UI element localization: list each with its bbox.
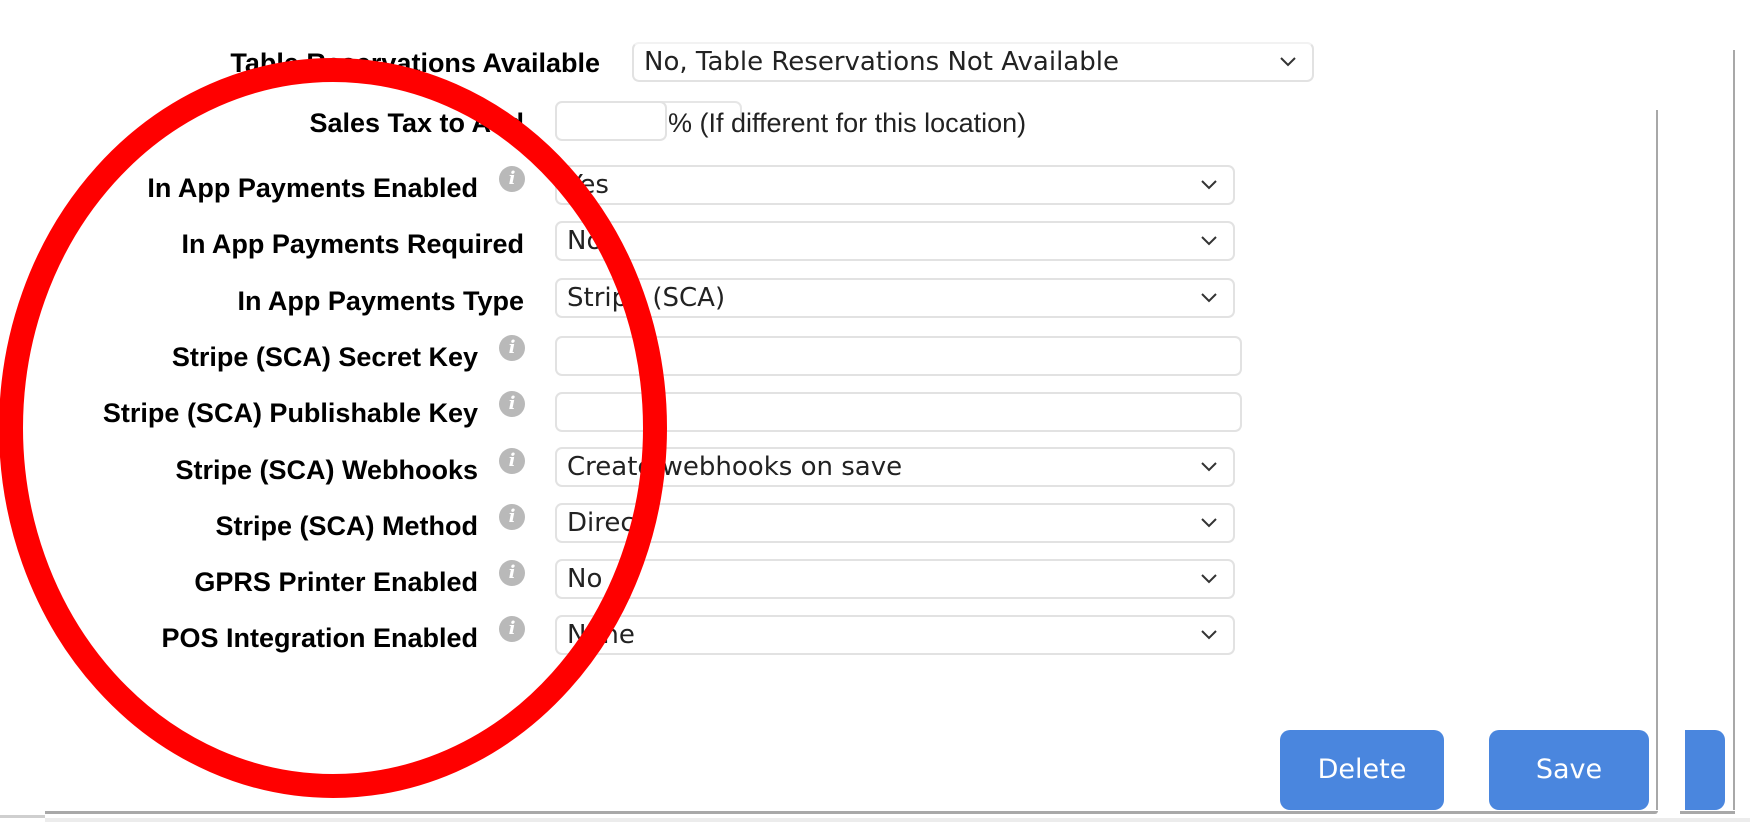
info-icon[interactable]: i — [499, 504, 525, 530]
info-icon[interactable]: i — [499, 616, 525, 642]
lower-divider — [45, 818, 1750, 822]
select-value: No — [567, 564, 603, 594]
select-value: Yes — [567, 170, 609, 200]
panel-border-bottom-left — [0, 815, 45, 818]
sales-tax-input[interactable] — [555, 101, 667, 141]
in-app-payments-required-select[interactable]: No — [555, 221, 1235, 261]
field-label-pos-integration-enabled: POS Integration Enabled — [161, 623, 478, 653]
select-value: Create webhooks on save — [567, 452, 903, 482]
table-reservations-value: No, Table Reservations Not Available — [644, 47, 1119, 77]
field-label-in-app-payments-type: In App Payments Type — [237, 286, 524, 316]
chevron-down-icon — [1201, 293, 1217, 303]
save-button[interactable]: Save — [1489, 730, 1649, 810]
sales-tax-label: Sales Tax to Add — [309, 108, 524, 138]
table-reservations-label: Table Reservations Available — [230, 48, 600, 78]
chevron-down-icon — [1280, 57, 1296, 67]
in-app-payments-enabled-select[interactable]: Yes — [555, 165, 1235, 205]
field-label-gprs-printer-enabled: GPRS Printer Enabled — [194, 567, 478, 597]
field-label-stripe-sca-publishable-key: Stripe (SCA) Publishable Key — [102, 398, 478, 428]
field-label-in-app-payments-required: In App Payments Required — [181, 229, 524, 259]
field-label-stripe-sca-method: Stripe (SCA) Method — [215, 511, 479, 541]
outer-border-bottom — [1680, 811, 1735, 814]
stripe-sca-method-select[interactable]: Direct — [555, 503, 1235, 543]
panel-border-right — [1656, 110, 1658, 810]
info-icon[interactable]: i — [499, 560, 525, 586]
info-icon[interactable]: i — [499, 391, 525, 417]
chevron-down-icon — [1201, 236, 1217, 246]
partial-button[interactable] — [1685, 730, 1725, 810]
chevron-down-icon — [1201, 462, 1217, 472]
select-value: None — [567, 620, 635, 650]
field-label-stripe-sca-webhooks: Stripe (SCA) Webhooks — [175, 455, 478, 485]
panel-border-bottom — [45, 811, 1658, 814]
sales-tax-suffix: % (If different for this location) — [668, 108, 1027, 138]
gprs-printer-enabled-select[interactable]: No — [555, 559, 1235, 599]
info-icon[interactable]: i — [499, 448, 525, 474]
chevron-down-icon — [1201, 574, 1217, 584]
stripe-sca-webhooks-select[interactable]: Create webhooks on save — [555, 447, 1235, 487]
select-value: No — [567, 226, 603, 256]
select-value: Direct — [567, 508, 645, 538]
stripe-sca-secret-key-input[interactable] — [555, 336, 1242, 376]
field-label-stripe-sca-secret-key: Stripe (SCA) Secret Key — [171, 342, 478, 372]
stripe-sca-publishable-key-input[interactable] — [555, 392, 1242, 432]
in-app-payments-type-select[interactable]: Stripe (SCA) — [555, 278, 1235, 318]
outer-border-right — [1733, 50, 1735, 810]
chevron-down-icon — [1201, 180, 1217, 190]
delete-button[interactable]: Delete — [1280, 730, 1444, 810]
table-reservations-select[interactable]: No, Table Reservations Not Available — [632, 42, 1314, 82]
chevron-down-icon — [1201, 630, 1217, 640]
select-value: Stripe (SCA) — [567, 283, 726, 313]
info-icon[interactable]: i — [499, 166, 525, 192]
info-icon[interactable]: i — [499, 335, 525, 361]
pos-integration-enabled-select[interactable]: None — [555, 615, 1235, 655]
field-label-in-app-payments-enabled: In App Payments Enabled — [147, 173, 478, 203]
chevron-down-icon — [1201, 518, 1217, 528]
